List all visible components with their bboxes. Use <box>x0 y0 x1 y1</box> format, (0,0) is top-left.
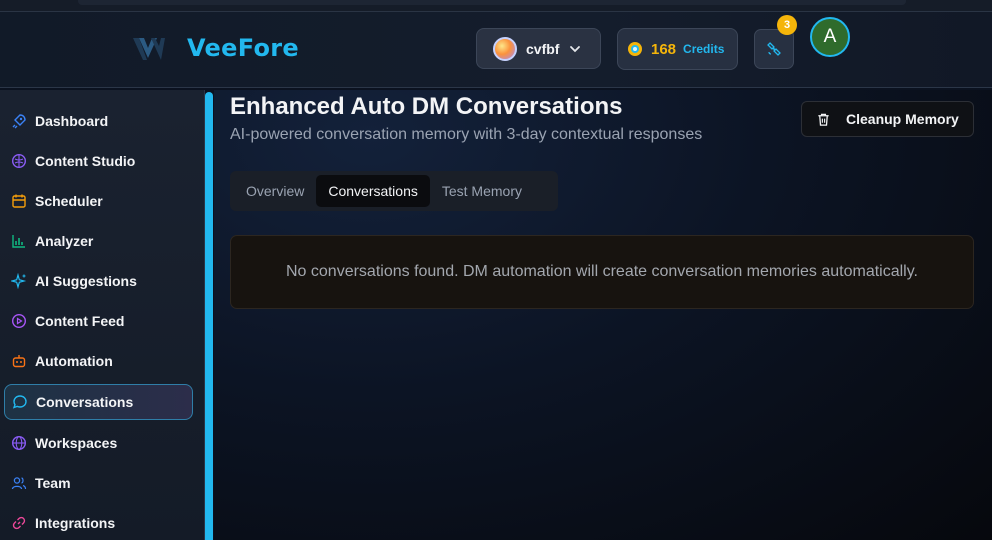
brain-icon <box>11 153 27 169</box>
sidebar-item-label: Content Studio <box>35 153 136 169</box>
tab-test-memory[interactable]: Test Memory <box>430 175 534 207</box>
trash-icon <box>818 113 829 126</box>
veefore-logo-icon[interactable] <box>131 34 167 64</box>
empty-state-message: No conversations found. DM automation wi… <box>286 263 918 280</box>
users-icon <box>11 477 27 490</box>
sidebar-item-label: Content Feed <box>35 313 125 329</box>
tab-overview[interactable]: Overview <box>234 175 316 207</box>
notifications-button[interactable] <box>754 29 794 69</box>
sidebar-item-dashboard[interactable]: Dashboard <box>4 103 193 139</box>
empty-state-card: No conversations found. DM automation wi… <box>230 235 974 309</box>
top-strip-inner <box>78 0 906 5</box>
sidebar-item-label: Workspaces <box>35 435 118 451</box>
credits-amount: 168 <box>651 40 677 58</box>
link-icon <box>12 516 26 530</box>
tab-conversations[interactable]: Conversations <box>316 175 430 207</box>
sidebar-item-label: Integrations <box>35 515 116 531</box>
message-circle-icon <box>12 395 27 409</box>
logo-text[interactable]: VeeFore <box>187 34 299 62</box>
sidebar-item-content-studio[interactable]: Content Studio <box>4 143 193 179</box>
workspace-selector[interactable]: cvfbf <box>476 28 601 69</box>
calendar-icon <box>12 194 26 208</box>
sidebar-item-analyzer[interactable]: Analyzer <box>4 223 193 259</box>
sidebar-item-integrations[interactable]: Integrations <box>4 505 193 540</box>
bot-icon <box>12 355 26 368</box>
sidebar-item-label: Conversations <box>36 394 134 410</box>
user-avatar[interactable]: A <box>810 17 850 57</box>
cleanup-memory-label: Cleanup Memory <box>846 111 959 127</box>
sparkles-icon <box>11 273 27 289</box>
sidebar-item-automation[interactable]: Automation <box>4 343 193 379</box>
notification-count-badge: 3 <box>777 15 797 35</box>
credit-coin-icon <box>628 42 642 56</box>
tab-list: Overview Conversations Test Memory <box>230 171 558 211</box>
main-content <box>214 90 992 540</box>
sidebar-item-team[interactable]: Team <box>4 465 193 501</box>
workspace-avatar <box>493 36 517 61</box>
bar-chart-icon <box>12 235 25 248</box>
sidebar-item-content-feed[interactable]: Content Feed <box>4 303 193 339</box>
sidebar-scrollbar[interactable] <box>205 92 213 540</box>
page-title: Enhanced Auto DM Conversations <box>230 93 623 120</box>
globe-icon <box>11 435 27 451</box>
sidebar-item-workspaces[interactable]: Workspaces <box>4 425 193 461</box>
top-strip <box>0 0 992 12</box>
sidebar: Dashboard Content Studio Scheduler Analy… <box>0 90 205 540</box>
sidebar-item-label: Analyzer <box>35 233 94 249</box>
satellite-icon <box>767 42 781 56</box>
page-subtitle: AI-powered conversation memory with 3-da… <box>230 126 703 143</box>
play-circle-icon <box>11 313 27 329</box>
chevron-down-icon <box>570 45 581 52</box>
sidebar-item-label: Dashboard <box>35 113 109 129</box>
credits-label: Credits <box>683 42 725 56</box>
credits-display[interactable]: 168 Credits <box>617 28 738 70</box>
sidebar-item-label: Team <box>35 475 71 491</box>
sidebar-item-conversations[interactable]: Conversations <box>4 384 193 420</box>
rocket-icon <box>12 114 26 129</box>
workspace-name: cvfbf <box>526 40 560 57</box>
sidebar-item-ai-suggestions[interactable]: AI Suggestions <box>4 263 193 299</box>
sidebar-item-label: Scheduler <box>35 193 103 209</box>
sidebar-item-label: Automation <box>35 353 113 369</box>
sidebar-item-label: AI Suggestions <box>35 273 137 289</box>
sidebar-item-scheduler[interactable]: Scheduler <box>4 183 193 219</box>
cleanup-memory-button[interactable]: Cleanup Memory <box>801 101 974 137</box>
